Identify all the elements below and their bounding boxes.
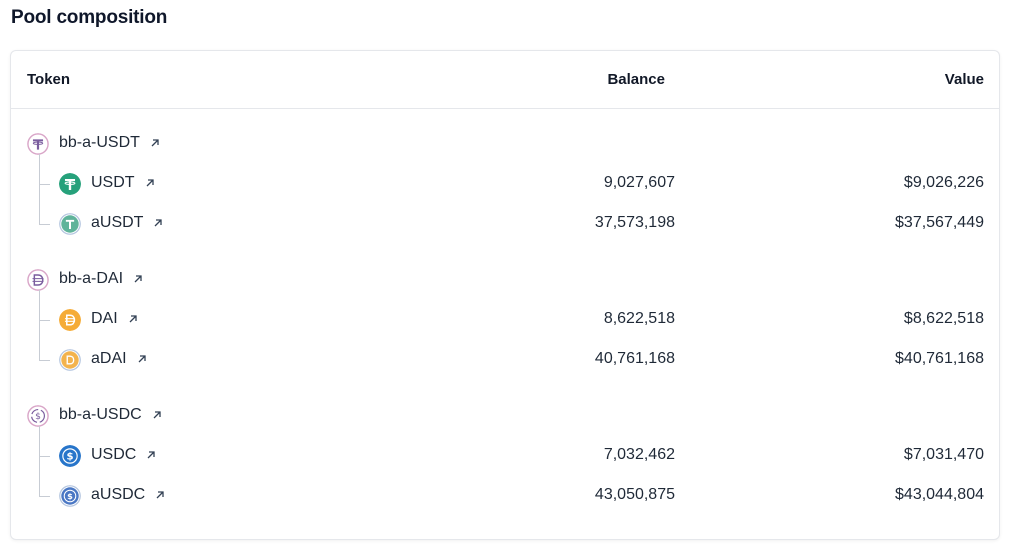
page-title: Pool composition: [11, 7, 168, 28]
table-row-bb-a-usdt: bb-a-USDT: [11, 124, 999, 164]
aave-dai-icon: [59, 349, 81, 371]
column-header-token: Token: [27, 71, 71, 88]
bb-a-dai-link[interactable]: bb-a-DAI: [59, 270, 144, 288]
dai-link[interactable]: DAI: [91, 310, 139, 328]
table-row-ausdt: aUSDT 37,573,198 $37,567,449: [11, 204, 999, 244]
token-label: USDT: [91, 174, 135, 191]
token-label: aUSDC: [91, 486, 146, 503]
token-label: bb-a-DAI: [59, 270, 124, 287]
adai-link[interactable]: aDAI: [91, 350, 148, 368]
value-cell: $37,567,449: [895, 214, 984, 231]
usdc-icon: $: [59, 445, 81, 467]
external-link-arrow-icon: [138, 355, 146, 363]
external-link-arrow-icon: [147, 451, 155, 459]
aave-tether-icon: [59, 213, 81, 235]
dai-icon: [59, 309, 81, 331]
balance-cell: 7,032,462: [603, 446, 675, 463]
bb-a-usdc-token-icon: $: [27, 405, 49, 427]
external-link-arrow-icon: [134, 275, 142, 283]
bb-a-usdt-link[interactable]: bb-a-USDT: [59, 134, 161, 152]
bb-a-dai-token-icon: [27, 269, 49, 291]
balance-cell: 9,027,607: [603, 174, 675, 191]
ausdt-link[interactable]: aUSDT: [91, 214, 164, 232]
table-row-bb-a-dai: bb-a-DAI: [11, 260, 999, 300]
token-label: DAI: [91, 310, 118, 327]
bb-a-usdc-link[interactable]: bb-a-USDC: [59, 406, 163, 424]
balance-cell: 40,761,168: [594, 350, 675, 367]
tether-icon: [59, 173, 81, 195]
external-link-arrow-icon: [153, 411, 161, 419]
ausdc-link[interactable]: aUSDC: [91, 486, 166, 504]
table-row-dai: DAI 8,622,518 $8,622,518: [11, 300, 999, 340]
table-header: Token Balance Value: [11, 51, 999, 109]
value-cell: $8,622,518: [903, 310, 984, 327]
table-row-usdt: USDT 9,027,607 $9,026,226: [11, 164, 999, 204]
value-cell: $9,026,226: [903, 174, 984, 191]
token-label: aUSDT: [91, 214, 144, 231]
token-label: bb-a-USDT: [59, 134, 140, 151]
external-link-arrow-icon: [129, 315, 137, 323]
table-row-usdc: $ USDC 7,032,462 $7,031,470: [11, 436, 999, 476]
value-cell: $7,031,470: [903, 446, 984, 463]
bb-a-usdt-token-icon: [27, 133, 49, 155]
token-label: USDC: [91, 446, 137, 463]
value-cell: $40,761,168: [895, 350, 984, 367]
usdt-link[interactable]: USDT: [91, 174, 156, 192]
external-link-arrow-icon: [154, 219, 163, 227]
value-cell: $43,044,804: [895, 486, 984, 503]
table-row-ausdc: $ aUSDC 43,050,875 $43,044,804: [11, 476, 999, 516]
table-row-adai: aDAI 40,761,168 $40,761,168: [11, 340, 999, 380]
pool-composition-table: Token Balance Value bb-a-USDT USDT 9,027…: [10, 50, 1000, 540]
external-link-arrow-icon: [146, 179, 154, 187]
svg-text:$: $: [67, 491, 73, 501]
external-link-arrow-icon: [151, 139, 159, 147]
svg-text:$: $: [35, 411, 41, 422]
token-label: bb-a-USDC: [59, 406, 142, 423]
svg-text:$: $: [66, 452, 73, 463]
column-header-value: Value: [944, 71, 984, 88]
usdc-link[interactable]: USDC: [91, 446, 157, 464]
table-row-bb-a-usdc: $ bb-a-USDC: [11, 396, 999, 436]
balance-cell: 43,050,875: [594, 486, 675, 503]
aave-usdc-icon: $: [59, 485, 81, 507]
token-label: aDAI: [91, 350, 127, 367]
balance-cell: 37,573,198: [594, 214, 675, 231]
balance-cell: 8,622,518: [603, 310, 675, 327]
column-header-balance: Balance: [607, 71, 665, 88]
external-link-arrow-icon: [156, 491, 164, 499]
